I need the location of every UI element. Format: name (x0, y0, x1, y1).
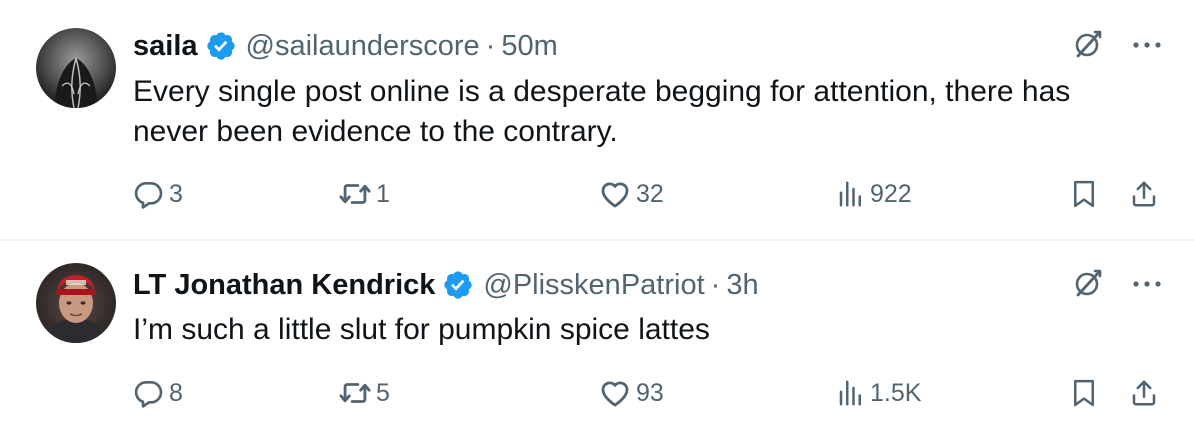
views-icon (836, 378, 866, 408)
user-handle[interactable]: @sailaunderscore (246, 30, 480, 63)
user-handle[interactable]: @PlisskenPatriot (483, 269, 704, 302)
tweet[interactable]: saila @sailaunderscore · 50m Every singl… (0, 0, 1194, 239)
avatar[interactable] (36, 28, 116, 108)
separator-dot: · (485, 29, 496, 62)
view-count: 1.5K (870, 378, 922, 407)
tweet-top-actions (1072, 26, 1162, 66)
tweet[interactable]: LT Jonathan Kendrick @PlisskenPatriot · … (0, 240, 1194, 434)
share-icon (1129, 179, 1159, 209)
repost-button[interactable]: 5 (338, 373, 390, 413)
like-icon (598, 376, 632, 410)
bookmark-icon (1069, 179, 1099, 209)
tweet-header: LT Jonathan Kendrick @PlisskenPatriot · … (133, 265, 759, 305)
like-count: 93 (636, 378, 664, 407)
tweet-text: Every single post online is a desperate … (133, 75, 1071, 148)
verified-badge-icon[interactable] (442, 269, 474, 301)
verified-badge-icon[interactable] (205, 30, 237, 62)
timeline: saila @sailaunderscore · 50m Every singl… (0, 0, 1194, 434)
tweet-top-actions (1072, 265, 1162, 305)
reply-button[interactable]: 8 (133, 373, 183, 413)
views-button[interactable]: 1.5K (836, 373, 921, 413)
reply-count: 3 (169, 179, 183, 208)
reply-count: 8 (169, 378, 183, 407)
share-button[interactable] (1129, 174, 1159, 214)
grok-icon[interactable] (1072, 267, 1104, 304)
reply-icon (133, 178, 165, 210)
views-button[interactable]: 922 (836, 174, 912, 214)
separator-dot: · (710, 268, 721, 301)
bookmark-button[interactable] (1069, 174, 1099, 214)
repost-count: 1 (376, 179, 390, 208)
bookmark-icon (1069, 378, 1099, 408)
share-button[interactable] (1129, 373, 1159, 413)
tweet-actions: 3 1 32 922 (133, 174, 1166, 214)
view-count: 922 (870, 179, 912, 208)
repost-icon (338, 177, 372, 211)
tweet-actions: 8 5 93 1.5K (133, 373, 1166, 413)
like-button[interactable]: 93 (598, 373, 664, 413)
reply-button[interactable]: 3 (133, 174, 183, 214)
like-count: 32 (636, 179, 664, 208)
display-name[interactable]: LT Jonathan Kendrick (133, 269, 435, 302)
more-icon[interactable] (1132, 276, 1162, 294)
like-button[interactable]: 32 (598, 174, 664, 214)
grok-icon[interactable] (1072, 28, 1104, 65)
avatar[interactable] (36, 263, 116, 343)
timestamp[interactable]: 50m (501, 30, 557, 63)
like-icon (598, 177, 632, 211)
repost-count: 5 (376, 378, 390, 407)
repost-icon (338, 376, 372, 410)
repost-button[interactable]: 1 (338, 174, 390, 214)
share-icon (1129, 378, 1159, 408)
timestamp[interactable]: 3h (726, 269, 758, 302)
tweet-header: saila @sailaunderscore · 50m (133, 26, 558, 66)
more-icon[interactable] (1132, 37, 1162, 55)
reply-icon (133, 377, 165, 409)
bookmark-button[interactable] (1069, 373, 1099, 413)
display-name[interactable]: saila (133, 30, 198, 63)
views-icon (836, 179, 866, 209)
tweet-text: I’m such a little slut for pumpkin spice… (133, 313, 710, 346)
